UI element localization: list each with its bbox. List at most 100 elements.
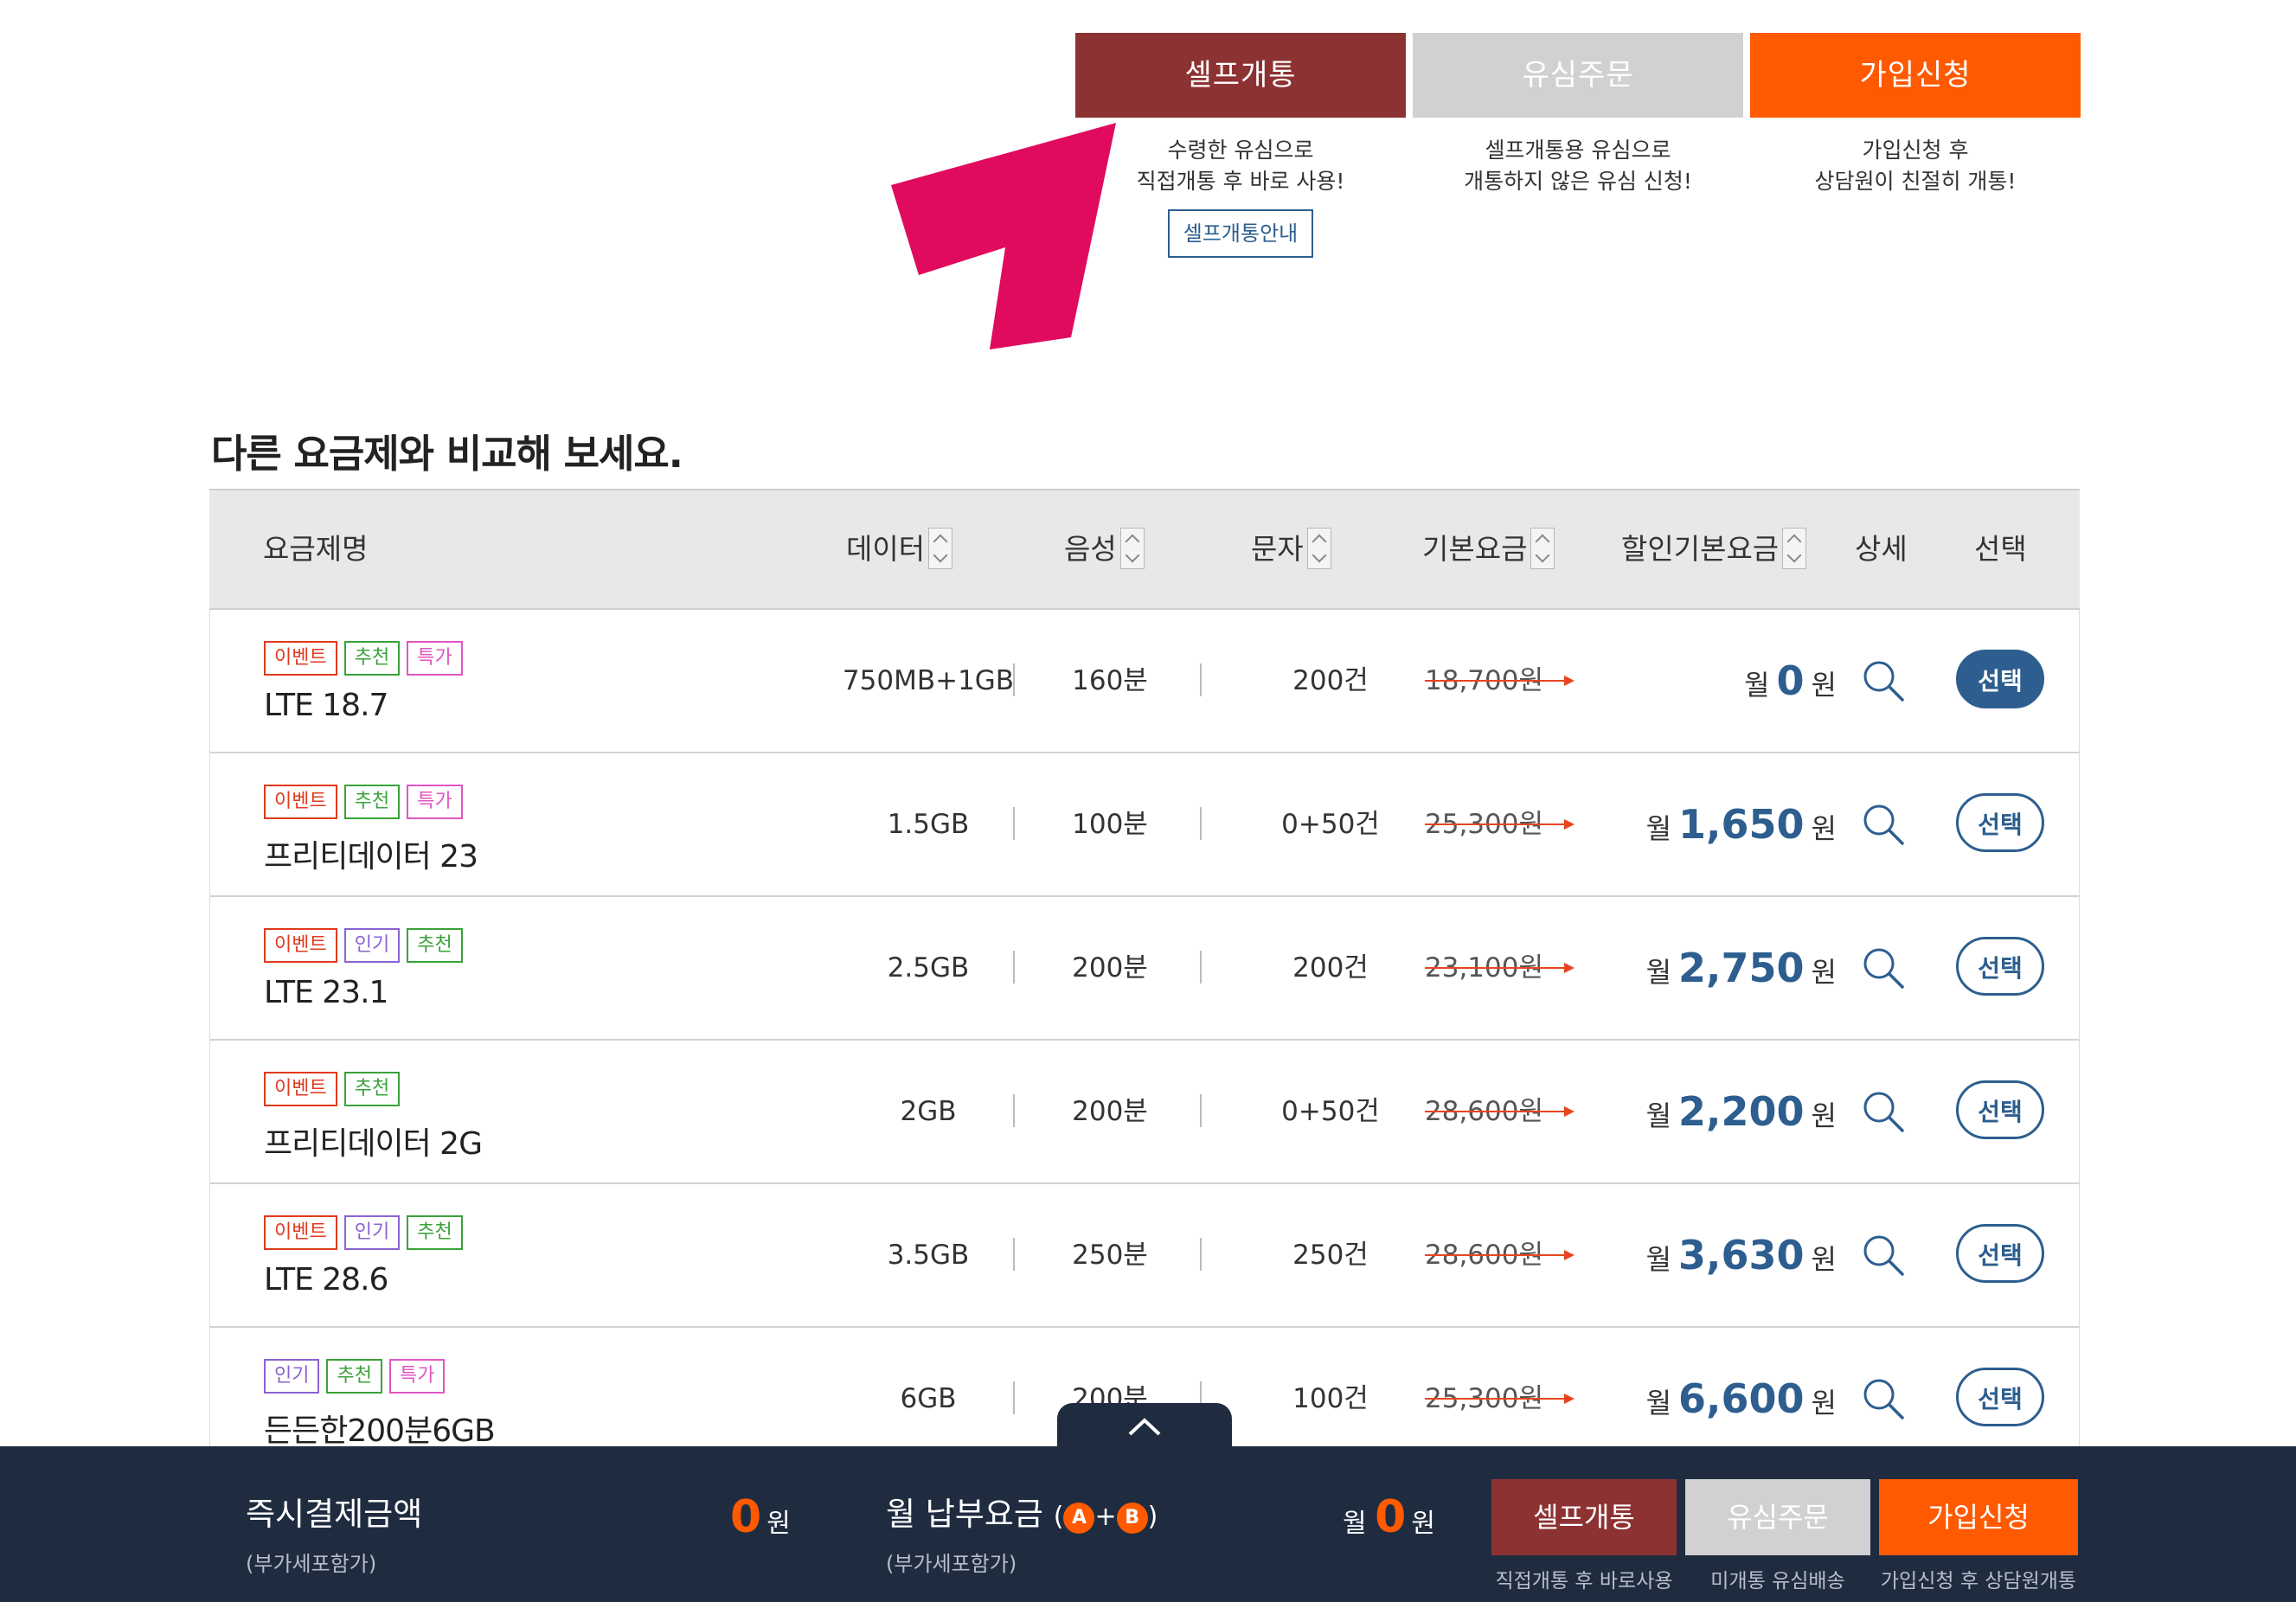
month-amount: 1,650 [1678,801,1805,848]
strike-arrow-icon [1425,1106,1574,1117]
plan-data: 1.5GB [887,809,970,840]
search-icon[interactable] [1861,945,1906,990]
plan-sms: 250건 [1292,1240,1369,1271]
strike-arrow-icon [1425,676,1574,686]
plan-base-fee: 18,700원 [1425,610,1574,752]
month-prefix: 월 [1645,1099,1672,1132]
plan-monthly-fee: 월 3,630 원 [1646,1184,1837,1326]
plan-name: LTE 28.6 [264,1262,388,1298]
column-divider [1200,807,1202,840]
plan-comparison-table: 요금제명 데이터 음성 문자 기본요금 할인기본요금 상세 선택 이벤트 추천 특가… [209,489,2080,1471]
bottom-summary-bar: 즉시결제금액 (부가세포함가) 0원 월 납부요금 (A + B) (부가세포함가)… [0,1446,2296,1602]
th-discount-fee-label: 할인기본요금 [1621,532,1780,566]
sort-icon[interactable] [1119,527,1145,569]
plan-sms: 0+50건 [1281,809,1380,840]
plan-name: 든든한200분6GB [264,1413,496,1449]
month-unit: 원 [1811,812,1837,845]
tag-rec: 추천 [407,928,463,963]
plan-sms: 200건 [1292,665,1369,696]
tag-pop: 인기 [343,1215,401,1250]
self-activation-button[interactable]: 셀프개통 [1075,33,1406,118]
join-request-button[interactable]: 가입신청 [1750,33,2081,118]
tag-rec: 추천 [343,785,401,819]
bottom-join-request-sub: 가입신청 후 상담원개통 [1880,1570,2077,1592]
search-icon[interactable] [1861,658,1906,703]
th-data[interactable]: 데이터 [846,490,953,608]
column-divider [1013,1238,1015,1271]
search-icon[interactable] [1861,1089,1906,1134]
month-prefix: 월 [1645,812,1672,845]
search-icon[interactable] [1861,1233,1906,1278]
strike-arrow-icon [1425,1394,1574,1404]
sort-icon[interactable] [1530,527,1555,569]
select-plan-button[interactable]: 선택 [1956,793,2044,852]
self-activation-guide-button[interactable]: 셀프개통안내 [1167,209,1314,258]
self-activation-desc-line2: 직접개통 후 바로 사용! [1136,169,1345,194]
plan-base-fee: 28,600원 [1425,1041,1574,1182]
monthly-fee-title-label: 월 납부요금 [886,1496,1043,1533]
instant-payment-sub: (부가세포함가) [246,1552,377,1576]
plan-sms: 200건 [1292,952,1369,984]
monthly-prefix: 월 [1343,1509,1367,1539]
column-divider [1013,1381,1015,1414]
bottom-usim-order-button[interactable]: 유심주문 [1685,1479,1870,1555]
column-divider [1013,1094,1015,1127]
monthly-fee-sub: (부가세포함가) [886,1552,1017,1576]
strike-arrow-icon [1425,963,1574,973]
search-icon[interactable] [1861,802,1906,847]
plan-base-fee: 25,300원 [1425,753,1574,895]
month-unit: 원 [1811,956,1837,989]
instant-amount-unit: 원 [766,1509,791,1539]
bottom-self-activation-button[interactable]: 셀프개통 [1491,1479,1677,1555]
select-plan-button[interactable]: 선택 [1956,937,2044,996]
chevron-up-icon [1128,1418,1161,1436]
select-plan-button[interactable]: 선택 [1956,1224,2044,1283]
th-discount-fee[interactable]: 할인기본요금 [1621,490,1807,608]
month-amount: 6,600 [1678,1375,1805,1422]
plan-voice: 200분 [1072,952,1148,984]
month-prefix: 월 [1645,1243,1672,1276]
plan-tags: 이벤트 추천 [264,1072,407,1106]
month-unit: 원 [1811,1387,1837,1419]
tag-pop: 인기 [343,928,401,963]
plan-data: 2GB [900,1096,957,1127]
usim-order-button[interactable]: 유심주문 [1413,33,1743,118]
column-divider [1200,663,1202,696]
th-base-fee[interactable]: 기본요금 [1422,490,1555,608]
month-amount: 2,200 [1678,1088,1805,1135]
plan-data: 750MB+1GB [842,665,1015,696]
sort-icon[interactable] [1306,527,1331,569]
search-icon[interactable] [1861,1376,1906,1421]
table-row: 이벤트 인기 추천 LTE 23.1 2.5GB 200분 200건 23,100원… [209,897,2080,1041]
select-plan-button[interactable]: 선택 [1956,650,2044,708]
sort-icon[interactable] [1782,527,1807,569]
table-body: 이벤트 추천 특가 LTE 18.7 750MB+1GB 160분 200건 18,… [209,610,2080,1471]
plan-name: LTE 23.1 [264,975,388,1010]
th-sms[interactable]: 문자 [1251,490,1331,608]
month-prefix: 월 [1744,669,1770,702]
sort-icon[interactable] [928,527,953,569]
monthly-fee-title: 월 납부요금 (A + B) [886,1488,1158,1535]
scroll-top-button[interactable] [1057,1403,1232,1448]
plan-tags: 인기 추천 특가 [264,1359,452,1394]
column-divider [1200,1094,1202,1127]
tag-event: 이벤트 [264,641,337,676]
table-header: 요금제명 데이터 음성 문자 기본요금 할인기본요금 상세 선택 [209,489,2080,610]
select-plan-button[interactable]: 선택 [1956,1368,2044,1426]
select-plan-button[interactable]: 선택 [1956,1080,2044,1139]
tag-sale: 특가 [407,641,463,676]
month-amount: 2,750 [1678,945,1805,991]
monthly-fee-amount: 월 0원 [1343,1491,1435,1543]
plan-monthly-fee: 월 2,750 원 [1646,897,1837,1039]
option-usim-order: 유심주문 셀프개통용 유심으로 개통하지 않은 유심 신청! [1413,33,1743,194]
th-voice-label: 음성 [1064,532,1117,566]
month-unit: 원 [1811,669,1837,702]
bottom-join-request-button[interactable]: 가입신청 [1879,1479,2078,1555]
plan-monthly-fee: 월 2,200 원 [1646,1041,1837,1182]
month-amount: 0 [1776,657,1805,704]
tag-event: 이벤트 [264,928,337,963]
th-voice[interactable]: 음성 [1064,490,1145,608]
column-divider [1200,1238,1202,1271]
column-divider [1013,951,1015,984]
th-plan-name: 요금제명 [263,532,369,566]
